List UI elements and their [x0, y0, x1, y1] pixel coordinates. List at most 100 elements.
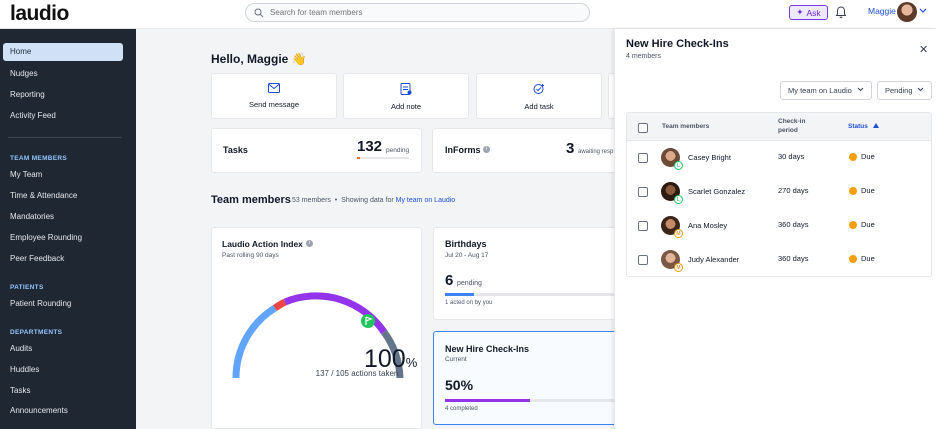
birthdays-count: 6 [445, 272, 454, 289]
laudio-logo[interactable]: laudio [10, 2, 69, 26]
clock-icon [849, 152, 857, 161]
sparkle-icon: ✦ [796, 7, 804, 17]
table-row[interactable]: M Judy Alexander 360 days Due [627, 243, 931, 277]
birthdays-card[interactable]: Birthdays Jul 20 - Aug 17 6 pending 1 ac… [433, 227, 617, 320]
status-filter-dropdown[interactable]: Pending [877, 81, 932, 100]
panel-subtitle: 4 members [626, 53, 662, 60]
column-header-members[interactable]: Team members [662, 123, 709, 130]
clock-icon [849, 186, 857, 195]
sidebar-item-nudges[interactable]: Nudges [10, 69, 38, 78]
status-badge: Due [849, 254, 875, 263]
user-avatar[interactable] [897, 2, 917, 22]
showing-text: Showing data for [341, 197, 394, 204]
table-row[interactable]: M Ana Mosley 360 days Due [627, 209, 931, 243]
tasks-progress-fill [357, 157, 361, 159]
member-name: Casey Bright [688, 153, 731, 162]
add-task-button[interactable]: Add task [476, 73, 602, 119]
action-index-title: Laudio Action Index [222, 239, 303, 249]
new-hire-card[interactable]: New Hire Check-Ins Current 50% 4 complet… [433, 331, 617, 425]
search-bar[interactable] [245, 3, 590, 22]
birthdays-acted: 1 acted on by you [445, 300, 493, 306]
select-all-checkbox[interactable] [638, 123, 648, 133]
sidebar-item-mandatories[interactable]: Mandatories [10, 212, 54, 221]
sidebar-item-time-attendance[interactable]: Time & Attendance [10, 191, 77, 200]
team-filter-dropdown[interactable]: My team on Laudio [780, 81, 872, 100]
chevron-down-icon[interactable] [919, 8, 927, 14]
badge-initial: L [674, 195, 683, 204]
tasks-progress-track [357, 157, 409, 159]
note-icon [400, 83, 412, 95]
team-link[interactable]: My team on Laudio [396, 197, 456, 204]
envelope-icon [268, 83, 280, 93]
task-check-icon [533, 84, 544, 94]
column-header-period-line2[interactable]: period [778, 127, 798, 134]
status-badge: Due [849, 152, 875, 161]
user-name[interactable]: Maggie [868, 6, 896, 16]
member-name: Judy Alexander [688, 255, 740, 264]
row-checkbox[interactable] [638, 153, 648, 163]
add-note-label: Add note [390, 102, 422, 111]
sidebar-item-announcements[interactable]: Announcements [10, 406, 68, 415]
sidebar-item-my-team[interactable]: My Team [10, 170, 42, 179]
table-header: Team members Check-in period Status [627, 113, 931, 141]
birthdays-label: pending [457, 280, 482, 287]
sidebar-item-patient-rounding[interactable]: Patient Rounding [10, 299, 71, 308]
sort-ascending-icon[interactable] [873, 123, 879, 128]
separator-dot: • [332, 197, 340, 204]
tasks-title: Tasks [223, 145, 248, 155]
member-name: Scarlet Gonzalez [688, 187, 746, 196]
team-filter-value: My team on Laudio [788, 86, 852, 95]
new-hire-subtitle: Current [445, 356, 467, 363]
clock-icon [849, 254, 857, 263]
sidebar: Home Nudges Reporting Activity Feed TEAM… [0, 29, 136, 429]
sidebar-heading-team-members: TEAM MEMBERS [10, 155, 68, 162]
check-in-period: 270 days [778, 186, 809, 195]
column-header-status[interactable]: Status [848, 123, 868, 130]
informs-label: awaiting resp [578, 149, 614, 155]
sidebar-item-reporting[interactable]: Reporting [10, 90, 45, 99]
ask-button[interactable]: ✦ Ask [789, 5, 828, 20]
birthdays-range: Jul 20 - Aug 17 [445, 252, 489, 259]
birthdays-progress-fill [445, 293, 474, 296]
badge-initial: L [674, 161, 683, 170]
tasks-card[interactable]: Tasks 132 pending [211, 128, 422, 173]
status-badge: Due [849, 186, 875, 195]
row-checkbox[interactable] [638, 255, 648, 265]
informs-card[interactable]: InForms i 3 awaiting resp [432, 128, 632, 173]
table-row[interactable]: L Scarlet Gonzalez 270 days Due [627, 175, 931, 209]
sidebar-item-employee-rounding[interactable]: Employee Rounding [10, 233, 82, 242]
sidebar-item-tasks[interactable]: Tasks [10, 386, 30, 395]
chevron-down-icon [857, 87, 864, 92]
sidebar-item-audits[interactable]: Audits [10, 344, 32, 353]
sidebar-heading-departments: DEPARTMENTS [10, 329, 63, 336]
new-hire-title: New Hire Check-Ins [445, 344, 530, 354]
sidebar-item-huddles[interactable]: Huddles [10, 365, 39, 374]
send-message-label: Send message [248, 100, 300, 109]
add-note-button[interactable]: Add note [343, 73, 469, 119]
column-header-period-line1[interactable]: Check-in [778, 118, 805, 125]
bell-icon[interactable] [835, 6, 847, 19]
info-icon[interactable]: i [483, 146, 490, 153]
team-members-heading: Team members [211, 194, 291, 206]
members-table: Team members Check-in period Status L Ca… [626, 112, 932, 277]
new-hire-value: 50% [445, 377, 474, 393]
action-index-subtitle: Past rolling 90 days [222, 252, 279, 259]
close-icon[interactable]: ✕ [919, 43, 928, 56]
row-checkbox[interactable] [638, 187, 648, 197]
sidebar-divider [8, 137, 122, 138]
sidebar-item-peer-feedback[interactable]: Peer Feedback [10, 254, 64, 263]
sidebar-item-home[interactable]: Home [3, 43, 123, 61]
search-input[interactable] [270, 8, 570, 17]
action-index-card[interactable]: Laudio Action Index i Past rolling 90 da… [211, 227, 422, 429]
row-checkbox[interactable] [638, 221, 648, 231]
member-count: 53 members [292, 197, 331, 204]
info-icon[interactable]: i [306, 240, 313, 247]
table-row[interactable]: L Casey Bright 30 days Due [627, 141, 931, 175]
add-task-label: Add task [524, 102, 554, 111]
check-in-period: 30 days [778, 152, 805, 161]
check-in-period: 360 days [778, 220, 809, 229]
send-message-button[interactable]: Send message [211, 73, 337, 119]
team-members-meta: 53 members • Showing data for My team on… [292, 197, 455, 204]
sidebar-item-label: Home [10, 47, 32, 56]
sidebar-item-activity-feed[interactable]: Activity Feed [10, 111, 56, 120]
